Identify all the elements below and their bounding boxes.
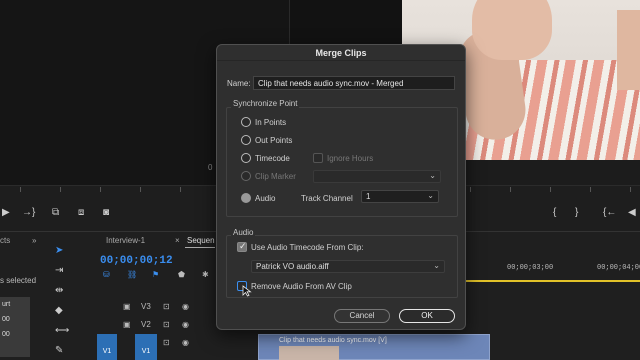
source-patch-v1[interactable]: V1 bbox=[97, 334, 117, 360]
dialog-title: Merge Clips bbox=[315, 48, 367, 58]
ignore-hours-label: Ignore Hours bbox=[327, 154, 374, 163]
ok-button[interactable]: OK bbox=[399, 309, 455, 323]
track-label-v3: V3 bbox=[141, 302, 151, 311]
step-forward-icon[interactable]: →} bbox=[22, 207, 35, 219]
use-audio-timecode-label[interactable]: Use Audio Timecode From Clip: bbox=[251, 243, 364, 252]
chevron-down-icon: ⌄ bbox=[429, 171, 436, 180]
clip-name: Clip that needs audio sync.mov [V] bbox=[279, 337, 387, 344]
track-channel-value: 1 bbox=[366, 192, 371, 201]
tab-active-underline bbox=[185, 247, 215, 248]
step-back-icon[interactable]: ◀ bbox=[628, 207, 636, 219]
track-target-v1[interactable]: V1 bbox=[135, 334, 157, 360]
ruler-time-3s: 00;00;03;00 bbox=[507, 264, 554, 272]
chevron-down-icon: ⌄ bbox=[427, 191, 434, 200]
selection-tool-icon[interactable]: ➤ bbox=[55, 245, 63, 256]
timecode-radio[interactable] bbox=[241, 153, 251, 163]
camera-icon[interactable]: ◙ bbox=[103, 207, 109, 219]
ruler-time-4s: 00;00;04;00 bbox=[597, 264, 640, 272]
use-audio-timecode-checkbox[interactable] bbox=[237, 241, 247, 252]
audio-clip-select[interactable]: Patrick VO audio.aiff ⌄ bbox=[251, 260, 445, 273]
play-icon[interactable]: ▶ bbox=[2, 207, 10, 219]
tab-projects[interactable]: cts bbox=[0, 236, 10, 245]
remove-audio-label[interactable]: Remove Audio From AV Clip bbox=[251, 282, 352, 291]
clip-marker-radio[interactable] bbox=[241, 171, 251, 181]
video-hand bbox=[472, 0, 552, 60]
eye-icon[interactable]: ◉ bbox=[182, 320, 189, 329]
mouse-cursor-icon bbox=[242, 285, 252, 297]
in-points-radio[interactable] bbox=[241, 117, 251, 127]
snap-icon[interactable]: ⛁ bbox=[103, 270, 110, 279]
clip-marker-select[interactable]: ⌄ bbox=[313, 170, 441, 183]
overwrite-icon[interactable]: ⧈ bbox=[78, 207, 84, 219]
pen-tool-icon[interactable]: ✎ bbox=[55, 345, 63, 356]
go-to-in-icon[interactable]: {← bbox=[603, 207, 616, 219]
close-tab-icon[interactable]: × bbox=[175, 236, 180, 245]
project-list-item: 00 bbox=[2, 316, 10, 323]
slip-tool-icon[interactable]: ⟷ bbox=[55, 325, 69, 336]
chevron-down-icon: ⌄ bbox=[433, 261, 440, 270]
cancel-button[interactable]: Cancel bbox=[334, 309, 390, 323]
track-label-v2: V2 bbox=[141, 320, 151, 329]
linked-selection-icon[interactable]: ⛓ bbox=[127, 270, 137, 279]
tab-sequence[interactable]: Sequen bbox=[187, 236, 215, 245]
synchronize-point-title: Synchronize Point bbox=[231, 99, 300, 108]
timecode-label[interactable]: Timecode bbox=[255, 154, 290, 163]
audio-label[interactable]: Audio bbox=[255, 194, 275, 203]
lock-icon[interactable]: ▣ bbox=[123, 320, 131, 329]
video-neck bbox=[617, 10, 640, 90]
project-list: urt 00 00 bbox=[0, 297, 30, 357]
name-label: Name: bbox=[227, 79, 251, 88]
sync-lock-icon[interactable]: ⊡ bbox=[163, 320, 170, 329]
timeline-timecode[interactable]: 00;00;00;12 bbox=[100, 255, 173, 267]
track-channel-select[interactable]: 1 ⌄ bbox=[361, 190, 439, 203]
audio-group-title: Audio bbox=[231, 228, 256, 237]
clip-thumbnail bbox=[279, 346, 339, 360]
wrench-icon[interactable]: ✱ bbox=[202, 270, 209, 279]
project-list-item: urt bbox=[2, 301, 11, 308]
audio-radio[interactable] bbox=[241, 193, 251, 203]
out-points-radio[interactable] bbox=[241, 135, 251, 145]
mark-out-icon[interactable]: } bbox=[575, 207, 578, 219]
audio-clip-value: Patrick VO audio.aiff bbox=[256, 262, 329, 271]
eye-icon[interactable]: ◉ bbox=[182, 338, 189, 347]
in-points-label[interactable]: In Points bbox=[255, 118, 286, 127]
lock-icon[interactable]: ▣ bbox=[123, 302, 131, 311]
timeline-clip[interactable]: Clip that needs audio sync.mov [V] bbox=[258, 334, 490, 360]
mark-in-icon[interactable]: { bbox=[553, 207, 556, 219]
sync-lock-icon[interactable]: ⊡ bbox=[163, 302, 170, 311]
project-list-item: 00 bbox=[2, 331, 10, 338]
tab-interview-1[interactable]: Interview-1 bbox=[106, 236, 145, 245]
add-marker-icon[interactable]: ⚑ bbox=[152, 270, 159, 279]
sync-lock-icon[interactable]: ⊡ bbox=[163, 338, 170, 347]
monitor-zero-label: 0 bbox=[208, 163, 213, 172]
insert-icon[interactable]: ⧉ bbox=[52, 207, 59, 219]
panel-menu-icon[interactable]: » bbox=[32, 236, 36, 245]
eye-icon[interactable]: ◉ bbox=[182, 302, 189, 311]
work-area-bar[interactable] bbox=[466, 280, 640, 282]
out-points-label[interactable]: Out Points bbox=[255, 136, 292, 145]
name-field[interactable]: Clip that needs audio sync.mov - Merged bbox=[253, 76, 455, 90]
track-channel-label: Track Channel bbox=[301, 194, 353, 203]
merge-clips-dialog: Merge Clips Name: Clip that needs audio … bbox=[216, 44, 466, 330]
ignore-hours-checkbox[interactable] bbox=[313, 153, 323, 163]
ripple-edit-icon[interactable]: ⇹ bbox=[55, 285, 63, 296]
selection-count-text: s selected bbox=[0, 276, 37, 285]
razor-tool-icon[interactable]: ◆ bbox=[55, 305, 63, 316]
premiere-workspace: 0 ▶ →} ⧉ ⧈ ◙ { } {← ◀ cts » Interview-1 … bbox=[0, 0, 640, 360]
clip-marker-label: Clip Marker bbox=[255, 172, 296, 181]
marker-icon[interactable]: ⬟ bbox=[178, 270, 185, 279]
track-select-icon[interactable]: ⇥ bbox=[55, 265, 63, 276]
